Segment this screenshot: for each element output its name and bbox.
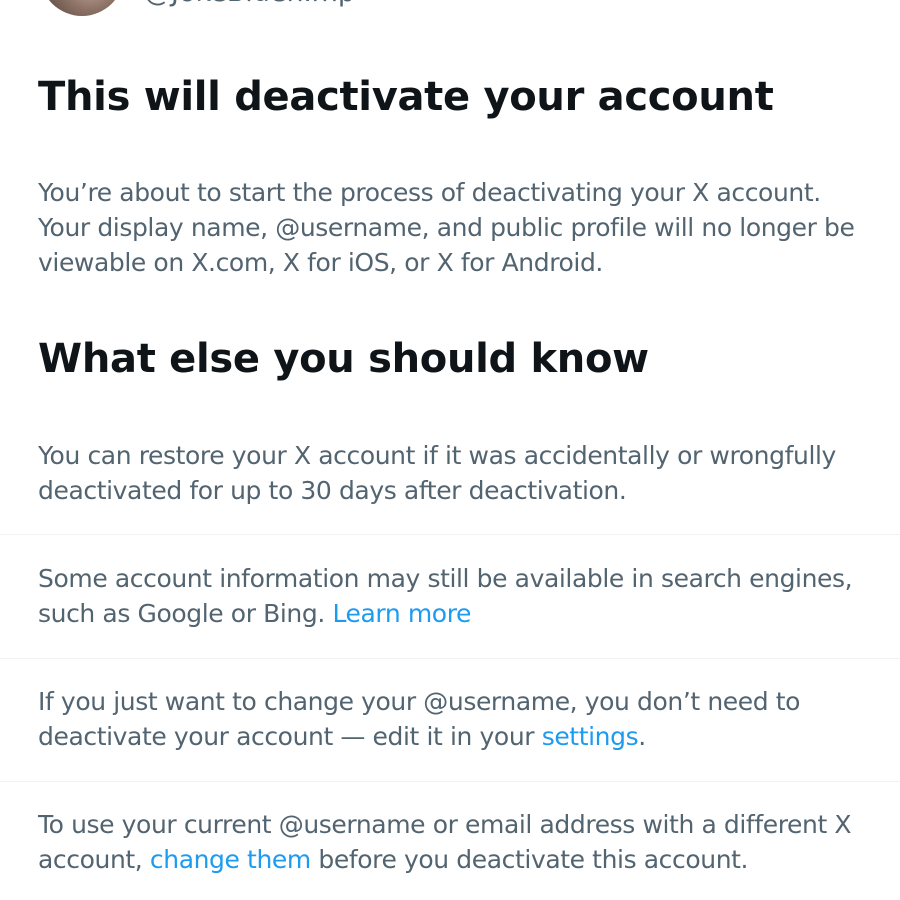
divider	[0, 658, 900, 659]
deactivate-heading: This will deactivate your account	[38, 74, 774, 120]
change-email-text-after: before you deactivate this account.	[318, 845, 749, 874]
period-text: .	[638, 722, 646, 751]
search-engines-paragraph: Some account information may still be av…	[38, 561, 878, 631]
learn-more-link[interactable]: Learn more	[332, 599, 471, 628]
change-username-paragraph: If you just want to change your @usernam…	[38, 684, 878, 754]
divider	[0, 781, 900, 782]
avatar[interactable]	[40, 0, 124, 16]
intro-paragraph: You’re about to start the process of dea…	[38, 178, 855, 277]
what-else-heading: What else you should know	[38, 336, 649, 382]
username-handle: @JokeBidenImp	[144, 0, 355, 8]
change-them-link[interactable]: change them	[150, 845, 311, 874]
change-username-text: If you just want to change your @usernam…	[38, 687, 801, 751]
change-email-paragraph: To use your current @username or email a…	[38, 807, 878, 877]
account-header: @JokeBidenImp	[0, 0, 900, 16]
restore-info-paragraph: You can restore your X account if it was…	[38, 441, 836, 505]
divider	[0, 534, 900, 535]
deactivate-account-page: @JokeBidenImp This will deactivate your …	[0, 0, 900, 900]
settings-link[interactable]: settings	[542, 722, 639, 751]
